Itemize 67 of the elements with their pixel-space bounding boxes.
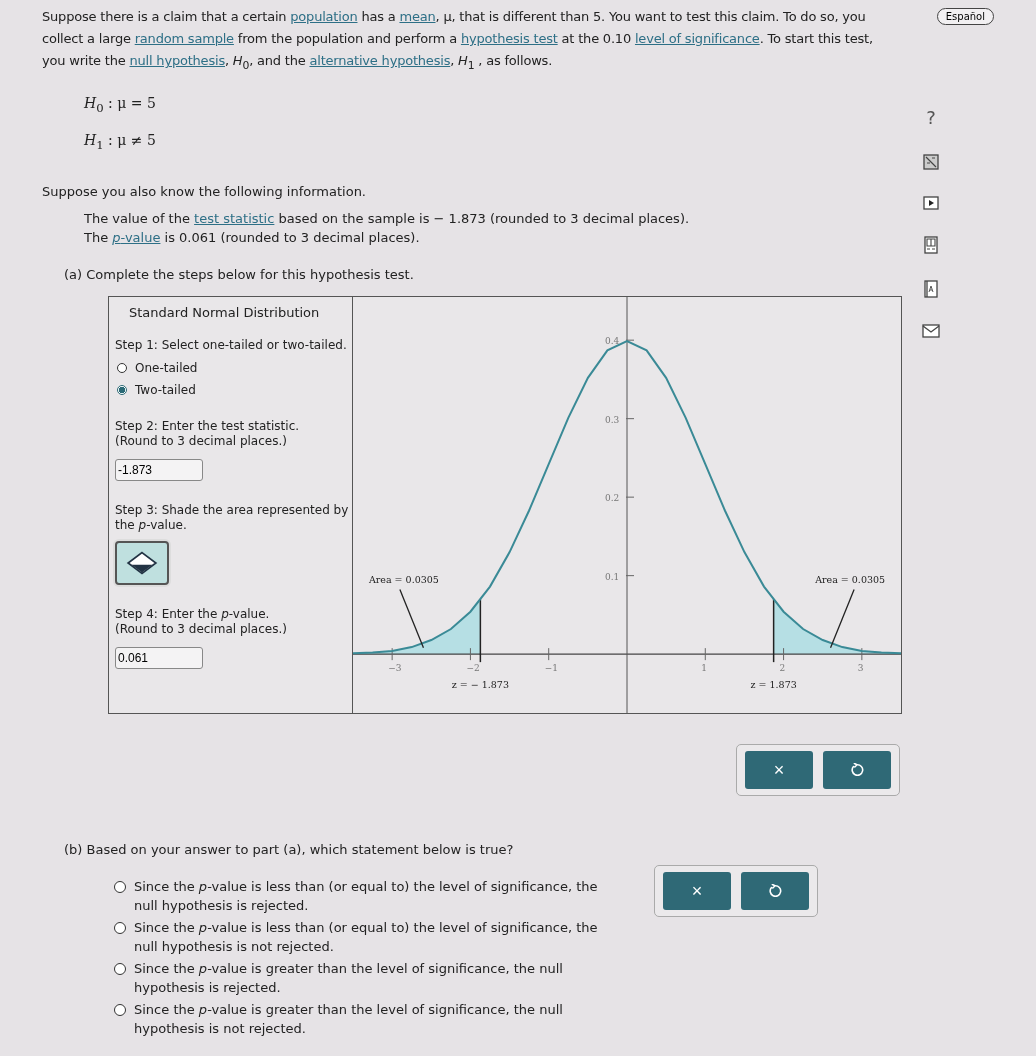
- area-label: Area = 0.0305: [815, 574, 886, 586]
- tick-label: 0.1: [605, 571, 620, 582]
- undo-button[interactable]: [823, 751, 891, 790]
- language-button[interactable]: Español: [936, 8, 994, 25]
- test-statistic-field[interactable]: -1.873: [115, 459, 203, 482]
- clear-button[interactable]: ×: [745, 751, 813, 790]
- tick-label: 3: [857, 663, 864, 674]
- glossary-link[interactable]: hypothesis test: [460, 31, 558, 46]
- tick-label: −3: [388, 663, 402, 674]
- answer-option[interactable]: Since the p-value is greater than the level of significance, the null hypothesis is not rejected.: [114, 1000, 614, 1039]
- undo-button[interactable]: [741, 872, 809, 911]
- radio-icon[interactable]: [114, 1004, 126, 1017]
- info-text: The p-value is 0.061 (rounded to 3 decimal places).: [84, 230, 421, 246]
- step-label: Step 1: Select one-tailed or two-tailed.: [115, 338, 348, 354]
- radio-icon[interactable]: [117, 385, 127, 396]
- leader-line: [829, 588, 855, 649]
- radio-option[interactable]: One-tailed: [117, 361, 352, 376]
- help-button[interactable]: ?: [926, 107, 936, 128]
- tick-label: 1: [701, 663, 707, 674]
- z-score-label: z = 1.873: [750, 679, 797, 691]
- radio-icon[interactable]: [114, 881, 126, 894]
- z-score-label: z = − 1.873: [451, 679, 509, 691]
- part-b-prompt: (b) Based on your answer to part (a), which statement below is true?: [63, 842, 515, 858]
- radio-icon[interactable]: [117, 363, 127, 374]
- glossary-link[interactable]: p-value: [112, 230, 161, 246]
- info-heading: Suppose you also know the following information.: [42, 184, 367, 200]
- tick-label: 0.4: [605, 336, 620, 347]
- radio-icon[interactable]: [114, 963, 126, 976]
- tick-label: −1: [544, 663, 558, 674]
- tick-label: 2: [779, 663, 786, 674]
- problem-text: Suppose there is a claim that a certain population has a mean, μ, that is different than 5. You want to test this claim. To do so, you collect a large random sample from the population and perform a hypothesis test at the 0.10 level of significance. To start this test, you write the null hypothesis, H$_{0}$, and the alternative hypothesis, H$_{1}$ , as follows.: [42, 8, 874, 74]
- part-a-prompt: (a) Complete the steps below for this hypothesis test.: [63, 267, 415, 283]
- hypothesis: H$_{0}$ : μ = 5: [84, 94, 157, 115]
- info-text: The value of the test statistic based on the sample is − 1.873 (rounded to 3 decimal places).: [84, 211, 691, 227]
- undo-icon: [768, 884, 782, 899]
- reference-line: [772, 598, 775, 664]
- reference-line: [479, 598, 482, 664]
- clear-button[interactable]: ×: [663, 872, 731, 911]
- glossary-link[interactable]: test statistic: [194, 211, 275, 227]
- step-label: Step 2: Enter the test statistic. (Round to 3 decimal places.): [115, 419, 301, 450]
- glossary-link[interactable]: population: [290, 9, 358, 24]
- glossary-link[interactable]: level of significance: [634, 31, 760, 46]
- radio-option[interactable]: Two-tailed: [117, 383, 352, 398]
- answer-option[interactable]: Since the p-value is less than (or equal to) the level of significance, the null hypothesis is rejected.: [114, 877, 614, 916]
- leader-line: [399, 588, 425, 649]
- calculator-icon[interactable]: [923, 154, 939, 170]
- shade-tool-button[interactable]: [115, 541, 169, 586]
- glossary-icon[interactable]: [924, 280, 938, 298]
- glossary-link[interactable]: null hypothesis: [129, 53, 225, 68]
- tick-label: −2: [466, 663, 480, 674]
- glossary-link[interactable]: random sample: [134, 31, 234, 46]
- answer-option[interactable]: Since the p-value is greater than the level of significance, the null hypothesis is rejected.: [114, 959, 614, 998]
- step-label: Step 3: Shade the area represented by the p-value.: [115, 503, 350, 534]
- tick-label: 0.3: [605, 414, 620, 425]
- area-label: Area = 0.0305: [368, 574, 439, 586]
- answer-option[interactable]: Since the p-value is less than (or equal to) the level of significance, the null hypothesis is not rejected.: [114, 918, 614, 957]
- panel-title: Standard Normal Distribution: [128, 305, 321, 323]
- mail-icon[interactable]: [922, 324, 940, 338]
- video-icon[interactable]: [923, 196, 939, 210]
- step-label: Step 4: Enter the p-value. (Round to 3 decimal places.): [115, 607, 288, 638]
- p-value-field[interactable]: 0.061: [115, 647, 203, 670]
- book-icon[interactable]: [924, 236, 938, 254]
- tick-label: 0.2: [605, 493, 620, 504]
- glossary-link[interactable]: mean: [399, 9, 436, 24]
- hypothesis: H$_{1}$ : μ ≠ 5: [84, 132, 157, 153]
- radio-icon[interactable]: [114, 922, 126, 935]
- undo-icon: [850, 763, 864, 778]
